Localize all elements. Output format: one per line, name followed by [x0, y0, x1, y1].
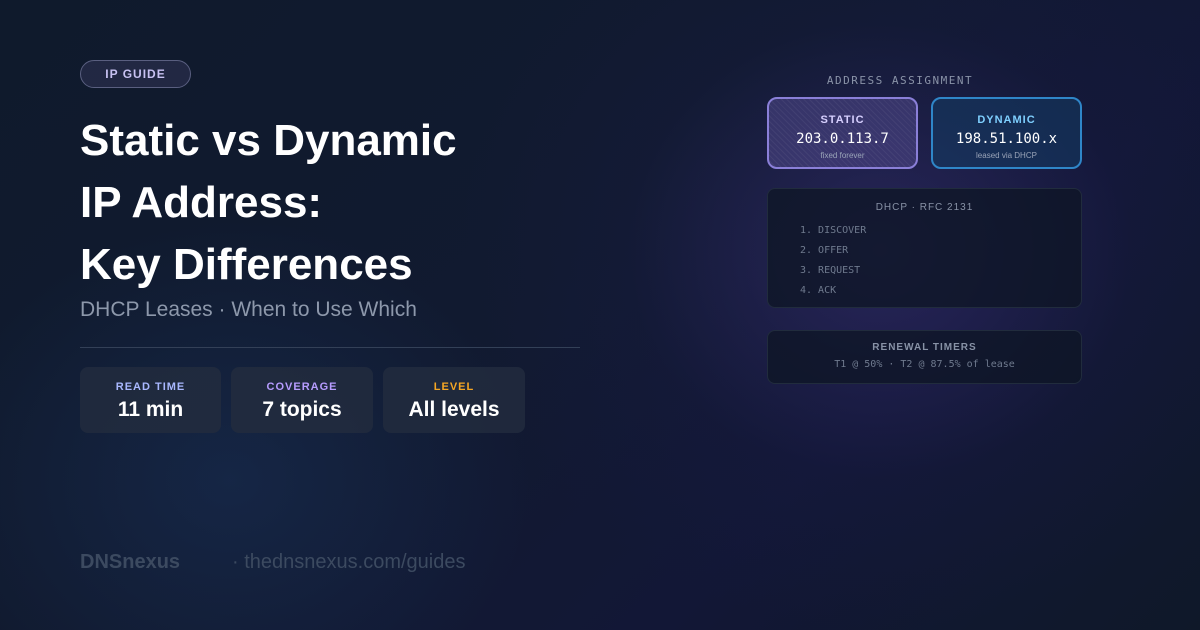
stat-value: 11 min [117, 398, 184, 421]
page-title: Static vs Dynamic IP Address: Key Differ… [80, 110, 640, 296]
dhcp-panel: DHCP · RFC 2131 1. DISCOVER 2. OFFER 3. … [767, 188, 1082, 308]
timers-text: T1 @ 50% · T2 @ 87.5% of lease [834, 359, 1015, 370]
timers-title: RENEWAL TIMERS [872, 342, 977, 353]
dhcp-step: 3. REQUEST [800, 265, 861, 276]
stat-value: All levels [408, 398, 500, 421]
dynamic-address: 198.51.100.x [955, 131, 1058, 147]
category-badge: IP GUIDE [80, 60, 191, 88]
static-note: fixed forever [820, 151, 865, 160]
diagram-title: ADDRESS ASSIGNMENT [826, 74, 974, 87]
subtitle: DHCP Leases · When to Use Which [80, 298, 417, 321]
dhcp-steps: 1. DISCOVER 2. OFFER 3. REQUEST 4. ACK [768, 221, 1081, 301]
static-label: STATIC [820, 114, 865, 126]
static-ip-card: STATIC 203.0.113.7 fixed forever [767, 97, 918, 169]
stat-coverage: COVERAGE 7 topics [231, 367, 373, 433]
dynamic-ip-card: DYNAMIC 198.51.100.x leased via DHCP [931, 97, 1082, 169]
dynamic-note: leased via DHCP [976, 151, 1037, 160]
brand-logo[interactable]: DNSnexus [80, 551, 180, 574]
stat-read-time: READ TIME 11 min [80, 367, 221, 433]
dynamic-label: DYNAMIC [977, 114, 1036, 126]
title-line: Static vs Dynamic [80, 116, 457, 165]
stat-label: COVERAGE [266, 381, 338, 393]
stat-label: READ TIME [115, 381, 186, 393]
stat-level: LEVEL All levels [383, 367, 525, 433]
stat-value: 7 topics [262, 398, 342, 421]
renewal-timers-panel: RENEWAL TIMERS T1 @ 50% · T2 @ 87.5% of … [767, 330, 1082, 384]
site-url[interactable]: · thednsnexus.com/guides [232, 551, 465, 574]
dhcp-step: 1. DISCOVER [800, 225, 867, 236]
title-line: IP Address: [80, 178, 323, 227]
dhcp-step: 4. ACK [800, 285, 837, 296]
dhcp-title: DHCP · RFC 2131 [875, 202, 974, 213]
divider [80, 347, 580, 348]
stat-label: LEVEL [433, 381, 475, 393]
static-address: 203.0.113.7 [796, 131, 889, 147]
dhcp-step: 2. OFFER [800, 245, 849, 256]
title-line: Key Differences [80, 240, 413, 289]
